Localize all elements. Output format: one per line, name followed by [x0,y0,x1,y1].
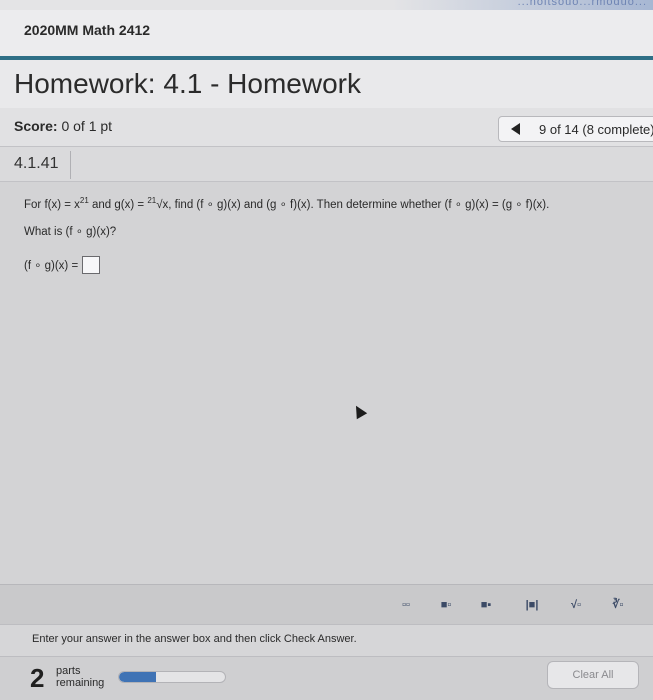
question-number-divider [70,151,71,179]
absolute-value-tool-icon[interactable]: |■| [518,595,546,615]
answer-label: (f ∘ g)(x) = [24,260,79,272]
previous-question-arrow-icon[interactable] [511,123,520,135]
parts-label-line2: remaining [56,677,105,689]
top-strip-text: ...noitsouo...rmoduo... [517,0,647,8]
question-number-row: 4.1.41 [0,146,653,182]
parts-remaining-count: 2 [30,663,45,693]
score-value: 0 of 1 pt [61,118,113,134]
question-navigator[interactable]: 9 of 14 (8 complete) [498,116,653,142]
instructions-bar: Enter your answer in the answer box and … [0,624,653,656]
course-title[interactable]: 2020MM Math 2412 [24,22,150,38]
score-display: Score: 0 of 1 pt [14,118,112,134]
score-label: Score: [14,118,58,134]
homework-header: Homework: 4.1 - Homework [0,60,653,108]
fraction-tool-icon[interactable]: ▫▫ [392,595,420,615]
nth-root-tool-icon[interactable]: ∛▫ [604,595,632,615]
instructions-text: Enter your answer in the answer box and … [32,633,357,645]
question-text: For f(x) = x21 and g(x) = 21√x, find (f … [24,196,549,211]
browser-top-strip: ...noitsouo...rmoduo... [0,0,653,10]
root-index: 21 [147,196,157,205]
parts-progress-fill [119,672,157,682]
math-toolbar: ▫▫ ■▫ ■▪ |■| √▫ ∛▫ [0,584,653,624]
question-exponent: 21 [79,196,89,205]
answer-row: (f ∘ g)(x) = [24,256,101,274]
parts-progress-bar [118,671,226,683]
parts-label-line1: parts [56,665,81,677]
question-text-part-c: √x, find (f ∘ g)(x) and (g ∘ f)(x). Then… [156,198,550,211]
score-row: Score: 0 of 1 pt 9 of 14 (8 complete) [0,108,653,146]
square-root-tool-icon[interactable]: √▫ [562,595,590,615]
question-text-part-a: For f(x) = x [24,198,80,211]
exponent-tool-icon[interactable]: ■▪ [472,595,500,615]
answer-input-box[interactable] [82,256,101,274]
course-bar: 2020MM Math 2412 [0,10,653,56]
footer-bar: 2 parts remaining Clear All [0,656,653,700]
question-position-text[interactable]: 9 of 14 (8 complete) [539,122,653,137]
question-number: 4.1.41 [14,155,59,172]
clear-all-button[interactable]: Clear All [547,661,639,689]
mixed-number-tool-icon[interactable]: ■▫ [432,595,460,615]
question-sub-prompt: What is (f ∘ g)(x)? [24,226,117,238]
homework-title: Homework: 4.1 - Homework [14,68,361,99]
parts-remaining-label: parts remaining [56,665,104,689]
question-area: For f(x) = x21 and g(x) = 21√x, find (f … [0,182,653,584]
question-text-part-b: and g(x) = [88,198,148,211]
